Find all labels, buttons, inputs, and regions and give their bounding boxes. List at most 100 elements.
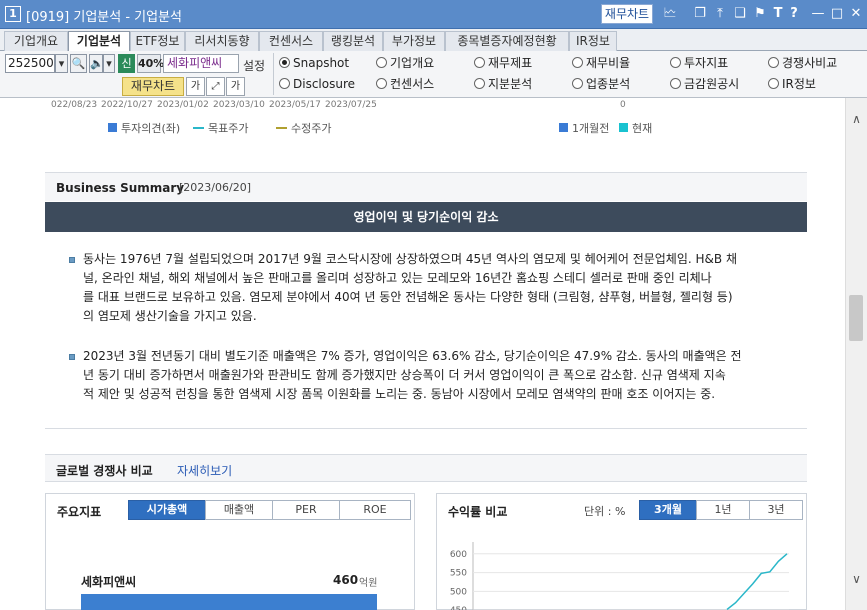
radio-circle [474, 78, 485, 89]
radio-snapshot[interactable]: Snapshot [279, 55, 349, 71]
section-divider [45, 428, 807, 429]
chart-date-label: 2023/05/17 [269, 100, 321, 110]
tab-consensus[interactable]: 컨센서스 [259, 31, 323, 51]
legend-swatch [619, 123, 628, 132]
code-dropdown-icon[interactable]: ▾ [55, 54, 68, 73]
radio-circle [670, 78, 681, 89]
radio-financial-ratios[interactable]: 재무비율 [572, 55, 630, 71]
legend-swatch [559, 123, 568, 132]
fit-window-icon[interactable]: ⤢ [206, 77, 225, 96]
stock-code-input[interactable]: 252500 [5, 54, 55, 73]
tab-roe[interactable]: ROE [339, 500, 411, 520]
tab-company-overview[interactable]: 기업개요 [4, 31, 68, 51]
tab-research-trends[interactable]: 리서치동향 [185, 31, 259, 51]
sound-icon[interactable]: 🔈 [89, 54, 104, 73]
scrollbar-thumb[interactable] [849, 295, 863, 341]
scroll-down-icon[interactable]: ∨ [846, 572, 867, 590]
radio-financial-statements[interactable]: 재무제표 [474, 55, 532, 71]
legend-swatch [108, 123, 117, 132]
market-cap-unit: 억원 [359, 578, 378, 589]
returns-title: 수익률 비교 [448, 505, 508, 519]
tab-ranking-analysis[interactable]: 랭킹분석 [323, 31, 383, 51]
font-smaller-icon[interactable]: 가 [186, 77, 205, 96]
legend-swatch [193, 127, 204, 129]
radio-circle [572, 57, 583, 68]
detail-link[interactable]: 자세히보기 [177, 462, 232, 479]
radio-circle [279, 78, 290, 89]
minimize-tool-icon[interactable]: ❐ [692, 5, 708, 23]
radio-label: 재무비율 [586, 56, 631, 70]
radio-label: 재무제표 [488, 56, 533, 70]
maximize-icon[interactable]: □ [829, 5, 845, 23]
global-competitor-title: 글로벌 경쟁사 비교 [56, 464, 153, 478]
radio-fss-disclosure[interactable]: 금감원공시 [670, 76, 739, 92]
summary-line: 동사는 1976년 7월 설립되었으며 2017년 9월 코스닥시장에 상장하였… [83, 252, 737, 266]
radio-circle [376, 57, 387, 68]
chart-date-label: 2022/10/27 [101, 100, 153, 110]
radio-investment-indicators[interactable]: 투자지표 [670, 55, 728, 71]
pin-icon[interactable]: ⤒ [712, 5, 728, 23]
series-line [726, 553, 788, 610]
market-cap-value: 460 [333, 573, 359, 587]
summary-line: 를 대표 브랜드로 보유하고 있음. 염모제 분야에서 40여 년 동안 전념해… [83, 290, 733, 304]
radio-label: IR정보 [782, 77, 816, 91]
vertical-scrollbar[interactable]: ∧ ∨ [845, 98, 867, 610]
legend-investment-opinion: 투자의견(좌) [108, 120, 180, 136]
radio-label: 금감원공시 [684, 77, 740, 91]
restore-tool-icon[interactable]: ❑ [732, 5, 748, 23]
tab-3-years[interactable]: 3년 [749, 500, 803, 520]
window-number: 1 [5, 6, 21, 22]
radio-disclosure[interactable]: Disclosure [279, 76, 355, 92]
tab-etf-info[interactable]: ETF정보 [130, 31, 185, 51]
settings-link[interactable]: 설정 [243, 57, 265, 74]
sound-dropdown-icon[interactable]: ▾ [103, 54, 115, 73]
global-competitor-header: 글로벌 경쟁사 비교 자세히보기 [45, 454, 807, 482]
summary-paragraph: 동사는 1976년 7월 설립되었으며 2017년 9월 코스닥시장에 상장하였… [83, 250, 778, 326]
legend-label: 투자의견(좌) [121, 122, 181, 135]
radio-ir-info[interactable]: IR정보 [768, 76, 816, 92]
radio-circle [768, 57, 779, 68]
minimize-icon[interactable]: — [810, 5, 826, 23]
tab-market-cap[interactable]: 시가총액 [128, 500, 206, 520]
tab-company-analysis[interactable]: 기업분석 [68, 31, 130, 52]
search-icon[interactable]: 🔍 [70, 54, 87, 73]
radio-equity-analysis[interactable]: 지분분석 [474, 76, 532, 92]
title-bar: 1 [0919] 기업분석 - 기업분석 재무차트 🗠 ❐ ⤒ ❑ ⚑ T ? … [0, 0, 867, 29]
business-summary-title: Business Summary [56, 181, 185, 195]
tab-3-months[interactable]: 3개월 [639, 500, 697, 520]
radio-company-overview[interactable]: 기업개요 [376, 55, 434, 71]
tab-1-year[interactable]: 1년 [696, 500, 750, 520]
tab-ir-info[interactable]: IR정보 [569, 31, 617, 51]
legend-label: 수정주가 [291, 122, 332, 135]
tab-per[interactable]: PER [272, 500, 340, 520]
business-summary-headline: 영업이익 및 당기순이익 감소 [45, 202, 807, 232]
radio-circle [376, 78, 387, 89]
font-icon[interactable]: T [770, 5, 786, 23]
radio-circle [670, 57, 681, 68]
chart-date-label: 2023/01/02 [157, 100, 209, 110]
radio-consensus[interactable]: 컨센서스 [376, 76, 434, 92]
financial-chart-toolbar-button[interactable]: 재무차트 [122, 77, 184, 96]
main-tabs: 기업개요 기업분석 ETF정보 리서치동향 컨센서스 랭킹분석 부가정보 종목별… [0, 29, 867, 52]
margin-rate: 40% [137, 54, 164, 73]
chart-icon[interactable]: 🗠 [662, 5, 678, 23]
toolbar-divider [273, 53, 274, 95]
radio-industry-analysis[interactable]: 업종분석 [572, 76, 630, 92]
close-icon[interactable]: ✕ [848, 5, 864, 23]
chart-date-label: 022/08/23 [51, 100, 98, 110]
tab-additional-info[interactable]: 부가정보 [383, 31, 445, 51]
y-tick-label: 550 [450, 569, 467, 579]
font-larger-icon[interactable]: 가 [226, 77, 245, 96]
financial-chart-button[interactable]: 재무차트 [601, 4, 653, 24]
key-metrics-title: 주요지표 [57, 505, 102, 519]
tab-revenue[interactable]: 매출액 [205, 500, 273, 520]
flag-icon[interactable]: ⚑ [752, 5, 768, 23]
tab-capital-increase[interactable]: 종목별증자예정현황 [445, 31, 569, 51]
legend-label: 현재 [632, 122, 653, 135]
radio-label: 투자지표 [684, 56, 729, 70]
radio-competitor-comparison[interactable]: 경쟁사비교 [768, 55, 837, 71]
radio-label: 지분분석 [488, 77, 533, 91]
radio-circle [572, 78, 583, 89]
help-icon[interactable]: ? [786, 5, 802, 23]
scroll-up-icon[interactable]: ∧ [846, 112, 867, 130]
